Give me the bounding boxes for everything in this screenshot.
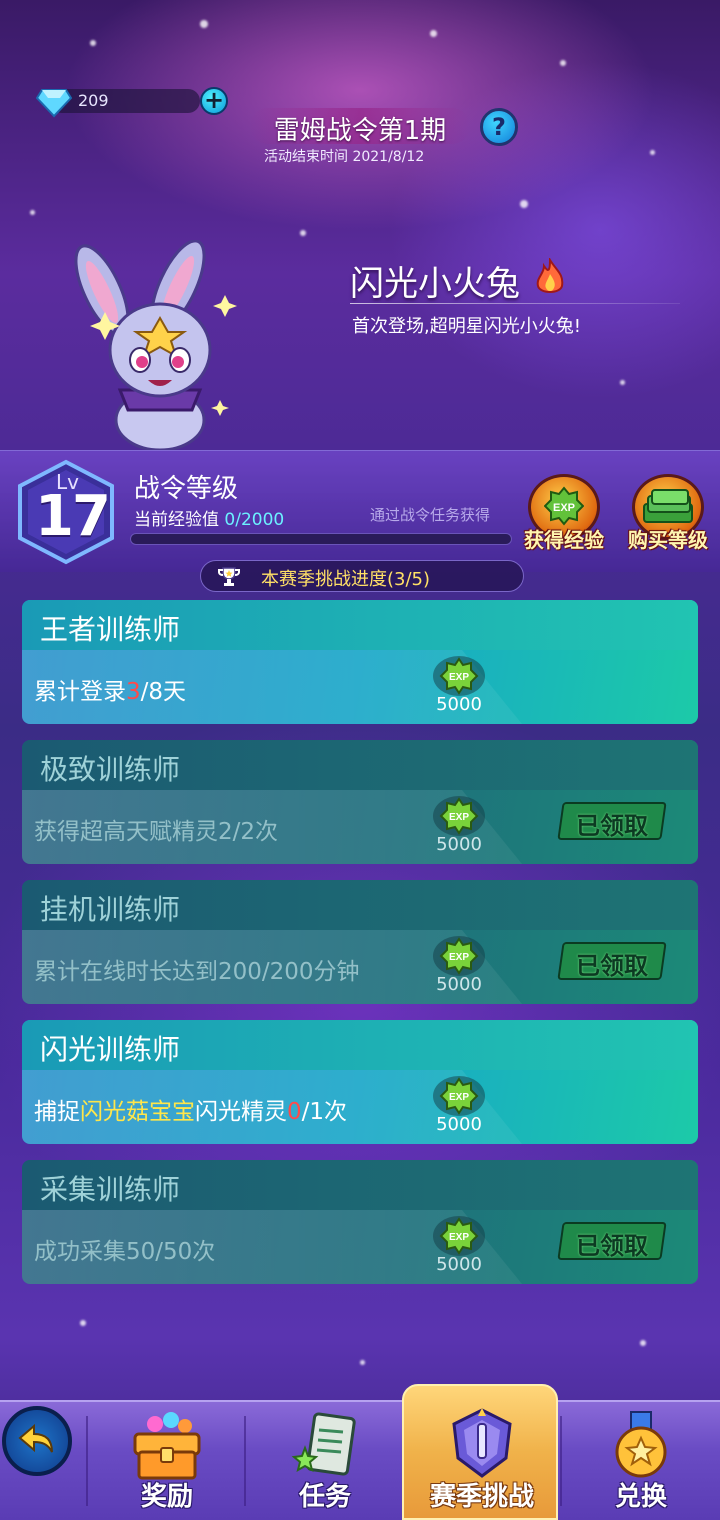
claimed-stamp: 已领取 bbox=[557, 938, 667, 984]
nav-separator bbox=[560, 1416, 562, 1506]
help-button[interactable]: ? bbox=[480, 108, 518, 146]
svg-text:EXP: EXP bbox=[449, 1092, 469, 1103]
get-exp-button[interactable]: EXP 获得经验 bbox=[518, 474, 610, 556]
task-description-part: 成功采集50/50次 bbox=[34, 1239, 216, 1265]
fire-icon bbox=[536, 258, 564, 293]
task-description-part: 获得超高天赋精灵2/2次 bbox=[34, 819, 279, 845]
season-challenge-header: 本赛季挑战进度(3/5) bbox=[200, 560, 524, 592]
task-scroll-icon bbox=[291, 1412, 356, 1476]
task-description-part: 闪光菇宝宝 bbox=[80, 1099, 195, 1125]
exp-coin-icon: EXP bbox=[544, 486, 584, 526]
flash-fire-rabbit-image bbox=[74, 240, 237, 450]
task-reward-amount: 5000 bbox=[436, 1114, 482, 1135]
claimed-label: 已领取 bbox=[576, 952, 648, 980]
exp-label-row: 当前经验值 0/2000 bbox=[134, 505, 284, 530]
claimed-stamp: 已领取 bbox=[557, 798, 667, 844]
task-title: 极致训练师 bbox=[40, 753, 181, 786]
exp-label: 当前经验值 bbox=[134, 510, 225, 530]
task-description: 累计在线时长达到200/200分钟 bbox=[34, 952, 360, 986]
nav-separator bbox=[86, 1416, 88, 1506]
diamond-icon bbox=[36, 89, 72, 118]
task-description-part: 累计在线时长达到200/200分钟 bbox=[34, 959, 360, 985]
exp-coin-icon: EXP bbox=[433, 1216, 485, 1256]
add-gems-button[interactable]: + bbox=[200, 87, 228, 115]
svg-text:EXP: EXP bbox=[553, 502, 575, 514]
back-arrow-icon bbox=[18, 1423, 53, 1453]
pet-name: 闪光小火兔 bbox=[350, 264, 520, 304]
exp-coin-icon: EXP bbox=[433, 796, 485, 836]
cash-stack-icon bbox=[643, 489, 693, 523]
claimed-label: 已领取 bbox=[576, 812, 648, 840]
task-description-part: 累计登录 bbox=[34, 679, 126, 705]
exp-progress-bar bbox=[130, 533, 512, 545]
task-card[interactable]: 王者训练师累计登录3/8天 EXP 5000 bbox=[22, 600, 698, 724]
level-number: 17 bbox=[35, 484, 111, 549]
exchange-medal-icon bbox=[615, 1411, 667, 1478]
season-title-banner: 雷姆战令第1期 bbox=[250, 104, 470, 148]
svg-text:EXP: EXP bbox=[449, 812, 469, 823]
buy-level-label: 购买等级 bbox=[628, 528, 708, 552]
task-description: 成功采集50/50次 bbox=[34, 1232, 215, 1266]
challenge-title: 本赛季挑战进度 bbox=[261, 569, 387, 590]
svg-text:EXP: EXP bbox=[449, 672, 469, 683]
task-reward-amount: 5000 bbox=[436, 834, 482, 855]
exp-coin-icon: EXP bbox=[433, 656, 485, 696]
exp-value: 0/2000 bbox=[224, 510, 285, 530]
task-reward-amount: 5000 bbox=[436, 974, 482, 995]
nav-tab-tasks[interactable]: 任务 bbox=[250, 1404, 400, 1520]
nav-label: 赛季挑战 bbox=[429, 1482, 534, 1512]
task-reward-amount: 5000 bbox=[436, 1254, 482, 1275]
task-description: 捕捉闪光菇宝宝闪光精灵0/1次 bbox=[34, 1092, 347, 1126]
challenge-progress: (3/5) bbox=[387, 569, 431, 590]
svg-text:EXP: EXP bbox=[449, 1232, 469, 1243]
nav-tab-rewards[interactable]: 奖励 bbox=[92, 1404, 242, 1520]
task-description: 累计登录3/8天 bbox=[34, 672, 186, 706]
nav-label: 任务 bbox=[298, 1482, 351, 1512]
season-crest-icon bbox=[452, 1408, 512, 1478]
task-card[interactable]: 采集训练师成功采集50/50次 EXP 5000 已领取 bbox=[22, 1160, 698, 1284]
claimed-label: 已领取 bbox=[576, 1232, 648, 1260]
gem-counter-pill bbox=[50, 89, 200, 113]
task-description-part: 0 bbox=[287, 1099, 302, 1125]
task-card[interactable]: 闪光训练师捕捉闪光菇宝宝闪光精灵0/1次 EXP 5000 bbox=[22, 1020, 698, 1144]
nav-tab-exchange[interactable]: 兑换 bbox=[566, 1404, 716, 1520]
task-reward-amount: 5000 bbox=[436, 694, 482, 715]
pet-name-underline bbox=[350, 303, 680, 304]
claimed-stamp: 已领取 bbox=[557, 1218, 667, 1264]
pet-name-row: 闪光小火兔 bbox=[350, 256, 564, 305]
nav-label: 奖励 bbox=[140, 1482, 193, 1512]
task-description-part: 3 bbox=[126, 679, 141, 705]
svg-text:EXP: EXP bbox=[449, 952, 469, 963]
event-end-time: 活动结束时间 2021/8/12 bbox=[264, 149, 425, 165]
task-description: 获得超高天赋精灵2/2次 bbox=[34, 812, 278, 846]
challenge-progress-title: 本赛季挑战进度(3/5) bbox=[261, 565, 430, 591]
task-card[interactable]: 极致训练师获得超高天赋精灵2/2次 EXP 5000 已领取 bbox=[22, 740, 698, 864]
task-title: 闪光训练师 bbox=[40, 1033, 181, 1066]
pet-description: 首次登场,超明星闪光小火兔! bbox=[352, 316, 581, 337]
page-title: 雷姆战令第1期 bbox=[273, 116, 447, 146]
gem-count: 209 bbox=[78, 91, 109, 110]
task-title: 采集训练师 bbox=[40, 1173, 181, 1206]
level-title: 战令等级 bbox=[134, 474, 239, 504]
nav-separator bbox=[244, 1416, 246, 1506]
task-description-part: /8天 bbox=[140, 679, 187, 705]
exp-hint: 通过战令任务获得 bbox=[370, 506, 491, 524]
task-title: 挂机训练师 bbox=[40, 893, 181, 926]
task-card[interactable]: 挂机训练师累计在线时长达到200/200分钟 EXP 5000 已领取 bbox=[22, 880, 698, 1004]
task-description-part: 捕捉 bbox=[34, 1099, 80, 1125]
task-description-part: 闪光精灵 bbox=[195, 1099, 287, 1125]
treasure-chest-icon bbox=[133, 1412, 201, 1480]
trophy-icon bbox=[218, 567, 240, 586]
exp-coin-icon: EXP bbox=[433, 936, 485, 976]
gem-counter: 209 + bbox=[36, 86, 228, 118]
back-button[interactable] bbox=[2, 1406, 72, 1476]
task-title: 王者训练师 bbox=[40, 613, 181, 646]
buy-level-button[interactable]: 购买等级 bbox=[622, 474, 714, 556]
nav-label: 兑换 bbox=[614, 1482, 667, 1512]
get-exp-label: 获得经验 bbox=[524, 528, 604, 552]
task-description-part: /1次 bbox=[301, 1099, 348, 1125]
nav-tab-season-challenge[interactable]: 赛季挑战 bbox=[402, 1384, 558, 1520]
exp-coin-icon: EXP bbox=[433, 1076, 485, 1116]
